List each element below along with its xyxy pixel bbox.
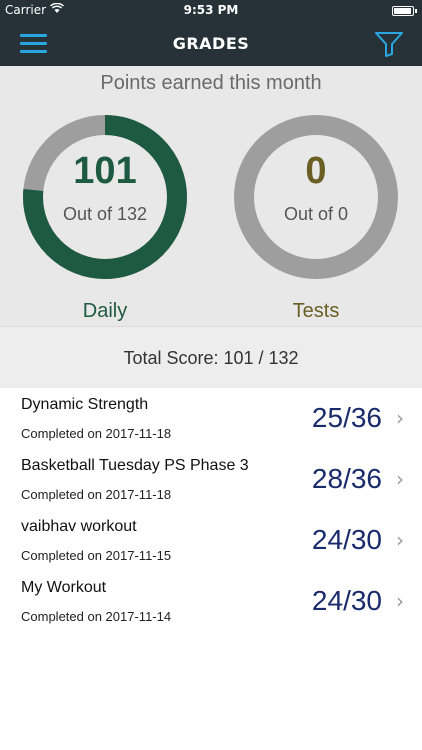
workout-score: 24/30: [311, 524, 382, 555]
workout-name: vaibhav workout: [21, 518, 137, 535]
chevron-right-icon: ›: [396, 467, 404, 491]
workout-score: 25/36: [311, 402, 382, 433]
workout-date: Completed on 2017-11-15: [21, 548, 172, 563]
points-summary: Points earned this month 101 Out of 132 …: [0, 66, 422, 326]
list-item[interactable]: Dynamic Strength Completed on 2017-11-18…: [0, 388, 422, 449]
filter-button[interactable]: [374, 30, 404, 58]
list-item[interactable]: vaibhav workout Completed on 2017-11-15 …: [0, 510, 422, 571]
chevron-right-icon: ›: [396, 589, 404, 613]
workout-score: 24/30: [311, 585, 382, 616]
workout-name: Dynamic Strength: [21, 396, 149, 413]
workout-date: Completed on 2017-11-14: [21, 609, 172, 624]
list-item[interactable]: My Workout Completed on 2017-11-14 24/30…: [0, 571, 422, 632]
tests-ring[interactable]: 0 Out of 0: [231, 112, 401, 282]
workout-name: Basketball Tuesday PS Phase 3: [21, 457, 249, 474]
battery-icon: [392, 6, 417, 16]
tests-label: Tests: [292, 300, 340, 322]
tests-out-of: Out of 0: [283, 204, 349, 224]
navigation-bar: GRADES: [0, 22, 422, 66]
daily-out-of: Out of 132: [62, 204, 148, 224]
chevron-right-icon: ›: [396, 406, 404, 430]
chevron-right-icon: ›: [396, 528, 404, 552]
tests-ring-track: [234, 115, 398, 279]
page-title: GRADES: [172, 34, 250, 53]
daily-label: Daily: [82, 300, 128, 322]
list-item[interactable]: Basketball Tuesday PS Phase 3 Completed …: [0, 449, 422, 510]
workout-date: Completed on 2017-11-18: [21, 426, 172, 441]
workout-date: Completed on 2017-11-18: [21, 487, 172, 502]
status-bar: Carrier 9:53 PM: [0, 0, 422, 22]
daily-ring[interactable]: 101 Out of 132: [20, 112, 190, 282]
points-heading: Points earned this month: [100, 72, 322, 94]
tests-points: 0: [305, 150, 327, 192]
filter-icon: [375, 32, 403, 57]
daily-points: 101: [73, 150, 137, 192]
workout-list: Dynamic Strength Completed on 2017-11-18…: [0, 388, 422, 632]
workout-name: My Workout: [21, 579, 107, 596]
workout-score: 28/36: [311, 463, 382, 494]
status-time: 9:53 PM: [183, 3, 239, 17]
total-score: Total Score: 101 / 132: [0, 326, 422, 388]
